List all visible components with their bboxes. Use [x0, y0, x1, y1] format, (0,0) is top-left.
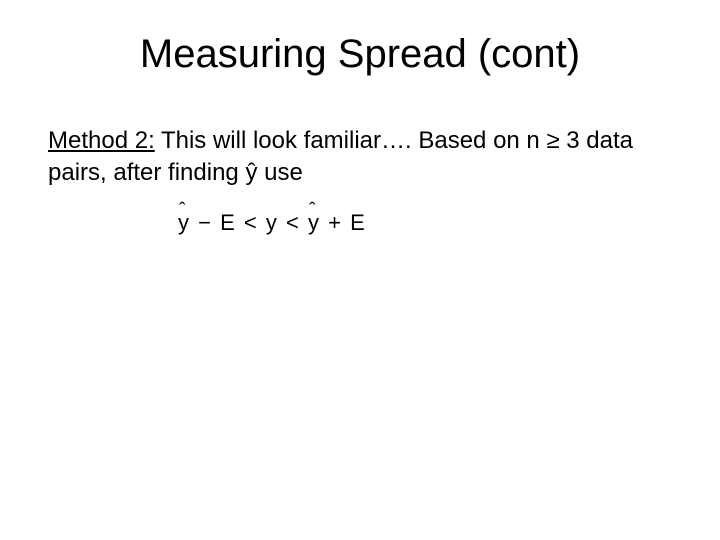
formula-minus: −: [196, 210, 213, 235]
formula: y − E < y < y + E: [178, 210, 672, 236]
formula-y-mid: y: [266, 210, 278, 235]
body-paragraph: Method 2: This will look familiar…. Base…: [48, 125, 672, 190]
slide-title: Measuring Spread (cont): [48, 32, 672, 77]
formula-E-right: E: [350, 210, 365, 235]
formula-lt-1: <: [242, 210, 259, 235]
formula-E-left: E: [220, 210, 235, 235]
formula-plus: +: [326, 210, 343, 235]
formula-yhat-left: y: [178, 210, 190, 236]
formula-yhat-right: y: [308, 210, 320, 236]
formula-lt-2: <: [284, 210, 301, 235]
slide: Measuring Spread (cont) Method 2: This w…: [0, 0, 720, 540]
method-label: Method 2:: [48, 127, 155, 154]
